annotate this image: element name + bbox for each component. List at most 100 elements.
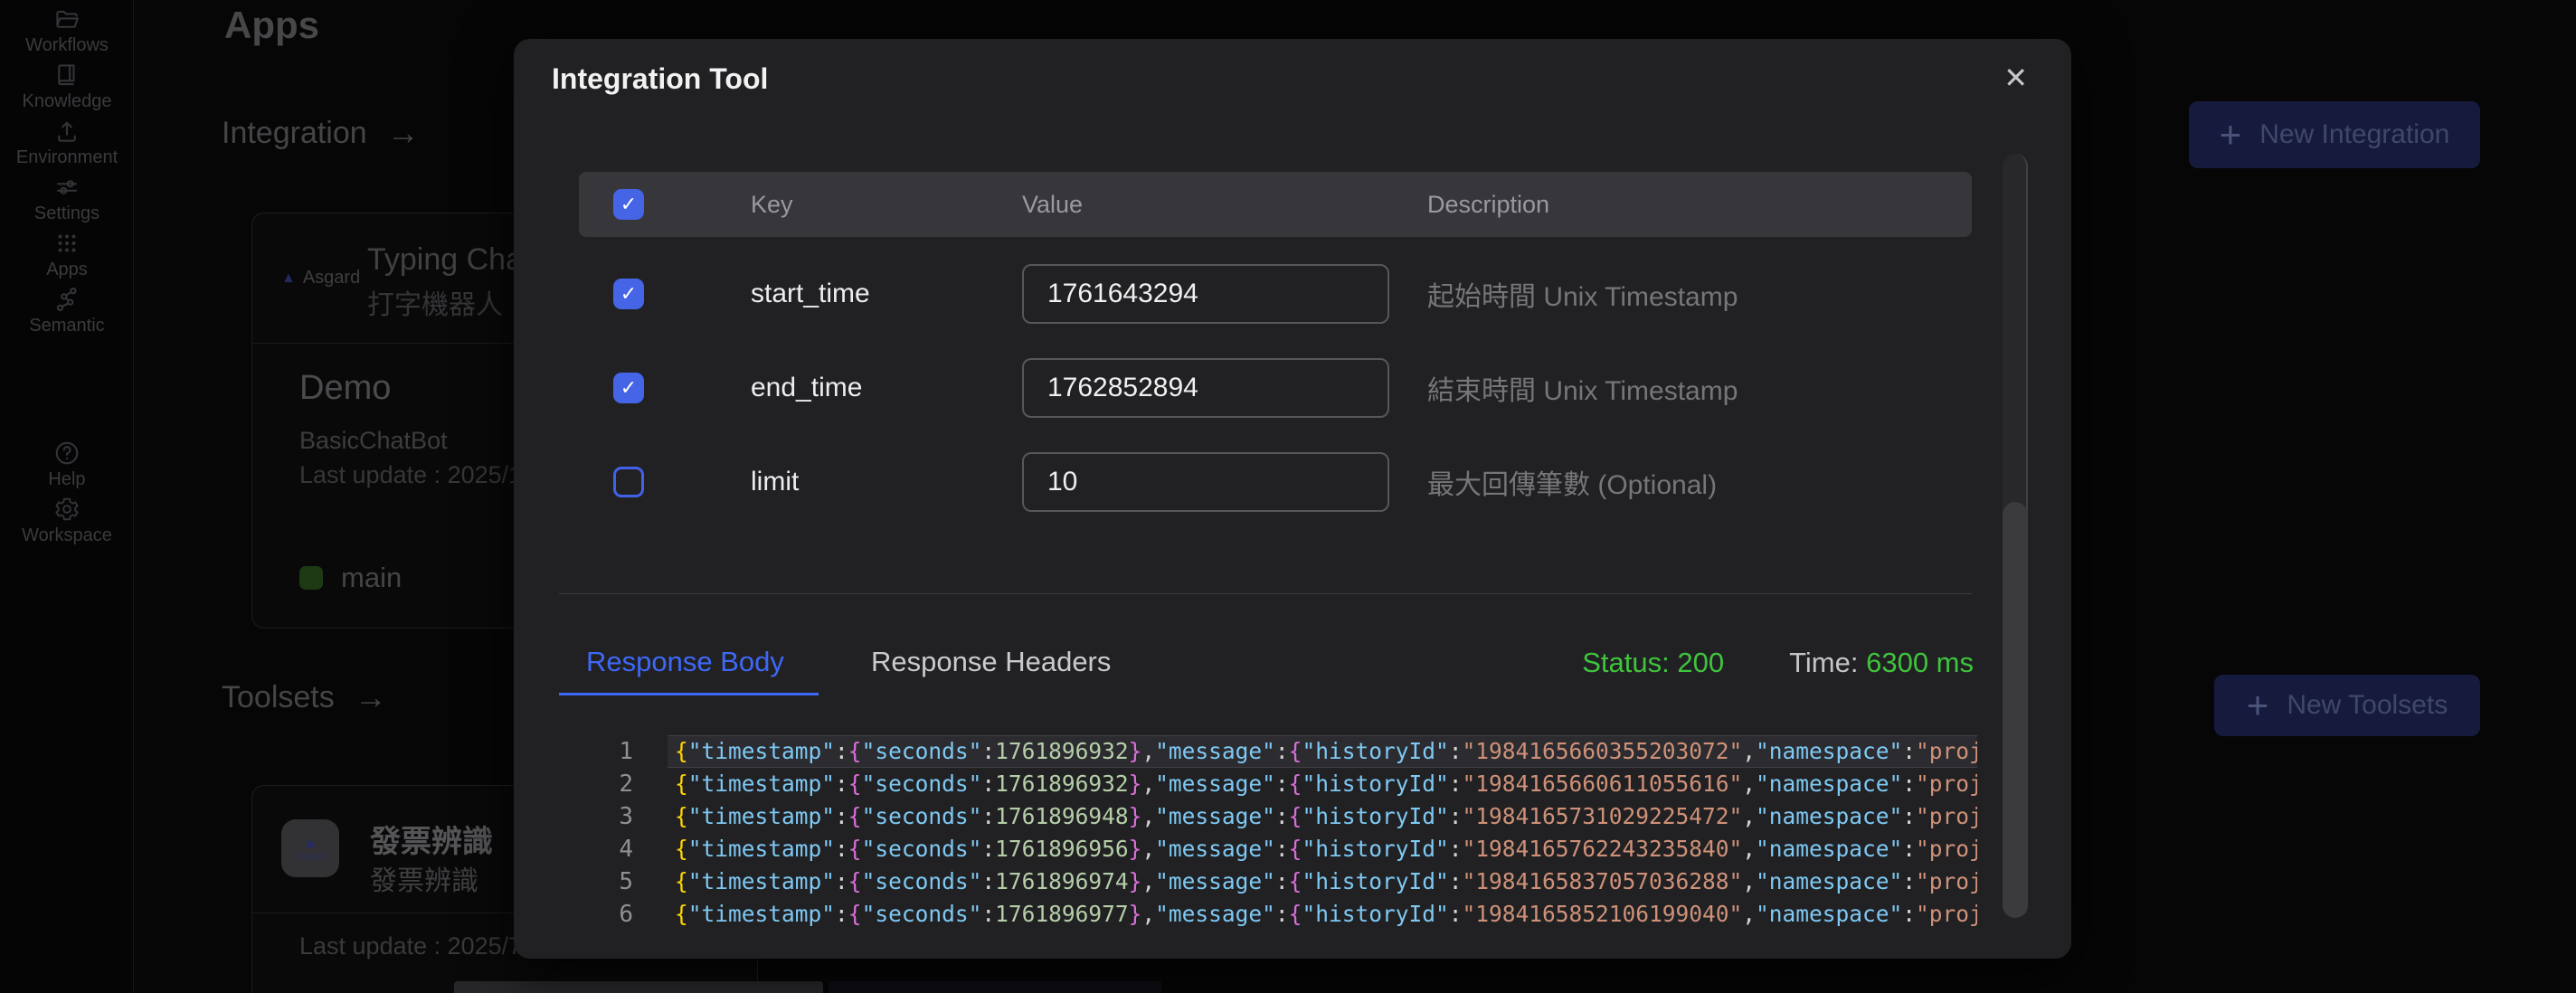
parameter-table: ✓ Key Value Description ✓ start_time 起始時間 … xyxy=(579,172,1972,529)
arrow-right-icon: → xyxy=(387,114,420,152)
parameter-value-input-end_time[interactable] xyxy=(1022,358,1389,418)
book-icon xyxy=(53,61,80,89)
folder-icon xyxy=(53,5,80,33)
response-json-line: {"timestamp":{"seconds":1761896956},"mes… xyxy=(668,833,1977,865)
integration-tool-modal: Integration Tool ✕ ✓ Key Value Descripti… xyxy=(514,39,2071,959)
modal-title: Integration Tool xyxy=(552,62,768,96)
sidebar-main-nav: Workflows Knowledge Environment Settings App… xyxy=(0,5,134,342)
parameter-table-header: ✓ Key Value Description xyxy=(579,172,1972,237)
parameter-key: limit xyxy=(751,467,799,496)
row-checkbox-start_time[interactable]: ✓ xyxy=(613,279,644,309)
line-number: 6 xyxy=(588,898,633,931)
response-json-line: {"timestamp":{"seconds":1761896932},"mes… xyxy=(668,735,1977,768)
parameter-key: end_time xyxy=(751,373,862,402)
response-json-line: {"timestamp":{"seconds":1761896932},"mes… xyxy=(668,768,1977,800)
integration-section-link[interactable]: Integration → xyxy=(222,114,420,152)
select-all-checkbox[interactable]: ✓ xyxy=(613,189,644,220)
environment-name: Demo xyxy=(299,369,391,408)
response-json-code[interactable]: {"timestamp":{"seconds":1761896932},"mes… xyxy=(668,735,1977,931)
gear-icon xyxy=(53,496,80,523)
sidebar-item-help[interactable]: Help xyxy=(0,440,134,496)
grid-icon xyxy=(53,230,80,257)
sidebar-item-settings[interactable]: Settings xyxy=(0,174,134,230)
parameter-key: start_time xyxy=(751,279,870,308)
parameter-description: 起始時間 Unix Timestamp xyxy=(1427,282,1738,312)
toolsets-section-link[interactable]: Toolsets → xyxy=(222,678,387,716)
share-icon xyxy=(53,286,80,313)
sidebar-item-knowledge[interactable]: Knowledge xyxy=(0,61,134,118)
plus-icon: + xyxy=(2220,117,2242,153)
background-partial-element xyxy=(829,981,1161,993)
line-number-gutter: 123456 xyxy=(588,735,633,931)
tab-response-headers[interactable]: Response Headers xyxy=(844,638,1138,695)
response-meta: Status: 200 Time: 6300 ms xyxy=(1582,643,1974,683)
response-json-line: {"timestamp":{"seconds":1761896977},"mes… xyxy=(668,898,1977,931)
column-header-description: Description xyxy=(1427,191,1972,219)
page-title: Apps xyxy=(224,4,319,47)
app-card-subtitle: 打字機器人 xyxy=(367,282,503,322)
asgard-triangle-icon: ▲ xyxy=(281,270,296,287)
new-integration-label: New Integration xyxy=(2259,119,2449,150)
toolset-card-title: 發票辨識 xyxy=(370,817,493,861)
line-number: 5 xyxy=(588,865,633,898)
check-icon: ✓ xyxy=(620,378,637,398)
sidebar-item-label: Help xyxy=(48,469,85,490)
asgard-triangle-icon: ▲ xyxy=(303,835,318,851)
upload-icon xyxy=(53,118,80,145)
sidebar-footer-nav: Help Workspace xyxy=(0,440,134,552)
parameter-description: 結束時間 Unix Timestamp xyxy=(1427,376,1738,406)
parameter-rows: ✓ start_time 起始時間 Unix Timestamp ✓ end_time 結… xyxy=(579,247,1972,529)
sidebar-item-label: Apps xyxy=(46,260,88,280)
parameter-description: 最大回傳筆數 (Optional) xyxy=(1427,470,1717,500)
parameter-value-input-start_time[interactable] xyxy=(1022,264,1389,324)
row-checkbox-end_time[interactable]: ✓ xyxy=(613,373,644,403)
new-toolsets-label: New Toolsets xyxy=(2287,690,2448,721)
column-header-value: Value xyxy=(1022,191,1427,219)
line-number: 2 xyxy=(588,768,633,800)
sidebar-item-apps[interactable]: Apps xyxy=(0,230,134,286)
sliders-icon xyxy=(53,174,80,201)
branch-name: main xyxy=(341,562,402,594)
parameter-row-limit: limit 最大回傳筆數 (Optional) xyxy=(579,435,1972,529)
background-partial-element xyxy=(454,981,823,993)
parameter-row-end_time: ✓ end_time 結束時間 Unix Timestamp xyxy=(579,341,1972,435)
line-number: 3 xyxy=(588,800,633,833)
plus-icon: + xyxy=(2247,687,2269,723)
row-checkbox-limit[interactable] xyxy=(613,467,644,497)
branch-status-dot xyxy=(299,566,323,590)
tab-response-body[interactable]: Response Body xyxy=(559,638,819,695)
status-badge: Status: 200 xyxy=(1582,647,1724,679)
app-card-title: Typing Chat xyxy=(367,242,531,278)
app-type: BasicChatBot xyxy=(299,427,448,455)
sidebar-item-environment[interactable]: Environment xyxy=(0,118,134,174)
brand-name: Asgard xyxy=(303,268,360,288)
column-header-key: Key xyxy=(751,191,1022,219)
check-icon: ✓ xyxy=(620,194,637,214)
sidebar-item-label: Environment xyxy=(16,147,118,168)
sidebar-item-label: Knowledge xyxy=(23,91,112,112)
sidebar-item-label: Workspace xyxy=(22,525,112,546)
response-json-line: {"timestamp":{"seconds":1761896974},"mes… xyxy=(668,865,1977,898)
sidebar: Workflows Knowledge Environment Settings App… xyxy=(0,0,134,993)
sidebar-item-label: Semantic xyxy=(29,316,104,336)
close-icon[interactable]: ✕ xyxy=(2003,62,2028,93)
toolsets-section-label: Toolsets xyxy=(222,680,335,715)
new-integration-button[interactable]: + New Integration xyxy=(2189,101,2480,168)
parameter-row-start_time: ✓ start_time 起始時間 Unix Timestamp xyxy=(579,247,1972,341)
new-toolsets-button[interactable]: + New Toolsets xyxy=(2214,675,2480,736)
parameter-value-input-limit[interactable] xyxy=(1022,452,1389,512)
sidebar-item-semantic[interactable]: Semantic xyxy=(0,286,134,342)
sidebar-item-workflows[interactable]: Workflows xyxy=(0,5,134,61)
toolset-card-subtitle: 發票辨識 xyxy=(370,858,478,898)
brand-name: Asgard xyxy=(295,851,327,862)
asgard-logo: ▲ Asgard xyxy=(281,819,339,877)
help-icon xyxy=(53,440,80,467)
response-body-viewer: 123456 {"timestamp":{"seconds":176189693… xyxy=(514,735,2071,949)
sidebar-item-label: Settings xyxy=(34,203,99,224)
arrow-right-icon: → xyxy=(355,678,387,716)
section-divider xyxy=(559,593,1972,594)
response-json-line: {"timestamp":{"seconds":1761896948},"mes… xyxy=(668,800,1977,833)
response-tabs: Response Body Response Headers xyxy=(559,638,1138,695)
screen: Apps Integration → ▲ Asgard Typing Chat … xyxy=(0,0,2576,993)
sidebar-item-workspace[interactable]: Workspace xyxy=(0,496,134,552)
